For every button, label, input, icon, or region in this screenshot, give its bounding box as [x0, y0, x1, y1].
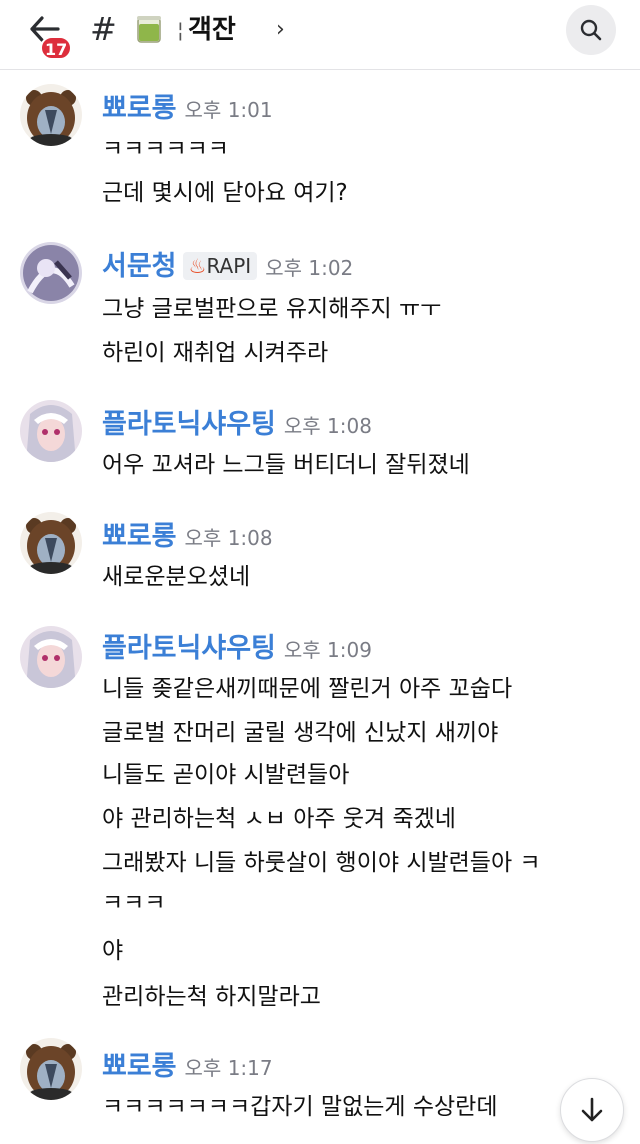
message-text: 새로운분오셨네 — [102, 564, 251, 590]
message-text: 그냥 글로벌판으로 유지해주지 ㅠㅜ — [102, 296, 442, 322]
author-name[interactable]: 뾰로롱 오후 1:17 — [102, 1050, 273, 1085]
arrow-down-icon — [581, 1097, 603, 1122]
author-name[interactable]: 뾰로롱 오후 1:08 — [102, 520, 273, 555]
search-button[interactable] — [566, 5, 616, 55]
tea-cup-icon — [134, 14, 164, 46]
channel-header: 17 # ¦ 객잔 › — [0, 0, 640, 70]
message-text: ㅋㅋㅋㅋㅋㅋㅋ갑자기 말없는게 수상란데 — [102, 1094, 498, 1120]
channel-separator: ¦ — [177, 18, 184, 42]
user-avatar[interactable] — [20, 400, 82, 462]
author-name[interactable]: 플라토닉샤우팅 오후 1:08 — [102, 408, 372, 443]
message-text: 니들 좆같은새끼때문에 짤린거 아주 꼬숩다 — [102, 676, 513, 702]
timestamp: 오후 1:08 — [283, 414, 372, 438]
channel-name[interactable]: 객잔 — [188, 14, 236, 46]
timestamp: 오후 1:01 — [184, 98, 273, 122]
user-avatar[interactable] — [20, 626, 82, 688]
message-text: 니들도 곧이야 시발련들아 — [102, 762, 350, 788]
message-text: 야 — [102, 938, 124, 964]
hash-channel-icon: # — [90, 10, 117, 48]
message-text: ㅋㅋㅋ — [102, 890, 166, 916]
search-icon — [580, 19, 602, 41]
author-name[interactable]: 플라토닉샤우팅 오후 1:09 — [102, 632, 372, 667]
message-text: 글로벌 잔머리 굴릴 생각에 신났지 새끼야 — [102, 720, 499, 746]
message-text: 야 관리하는척 ㅅㅂ 아주 웃겨 죽겠네 — [102, 806, 456, 832]
role-tag[interactable]: ♨RAPI — [182, 252, 258, 280]
author-name[interactable]: 서문청 ♨RAPI 오후 1:02 — [102, 250, 353, 285]
user-avatar[interactable] — [20, 242, 82, 304]
message-text: ㅋㅋㅋㅋㅋㅋ — [102, 136, 229, 162]
user-avatar[interactable] — [20, 1038, 82, 1100]
message-text: 하린이 재취업 시켜주라 — [102, 340, 329, 366]
user-avatar[interactable] — [20, 512, 82, 574]
fire-icon: ♨ — [188, 254, 207, 278]
unread-badge: 17 — [40, 36, 73, 60]
timestamp: 오후 1:02 — [265, 256, 354, 280]
scroll-to-bottom-button[interactable] — [560, 1078, 624, 1142]
message-text: 관리하는척 하지말라고 — [102, 984, 321, 1010]
message-text: 그래봤자 니들 하룻살이 행이야 시발련들아 ㅋ — [102, 850, 541, 876]
timestamp: 오후 1:17 — [184, 1056, 273, 1080]
timestamp: 오후 1:08 — [184, 526, 273, 550]
message-text: 어우 꼬셔라 느그들 버티더니 잘뒤졌네 — [102, 452, 470, 478]
author-name[interactable]: 뾰로롱 오후 1:01 — [102, 92, 273, 127]
user-avatar[interactable] — [20, 84, 82, 146]
message-text: 근데 몇시에 닫아요 여기? — [102, 180, 348, 206]
chevron-right-icon[interactable]: › — [276, 16, 285, 44]
timestamp: 오후 1:09 — [283, 638, 372, 662]
